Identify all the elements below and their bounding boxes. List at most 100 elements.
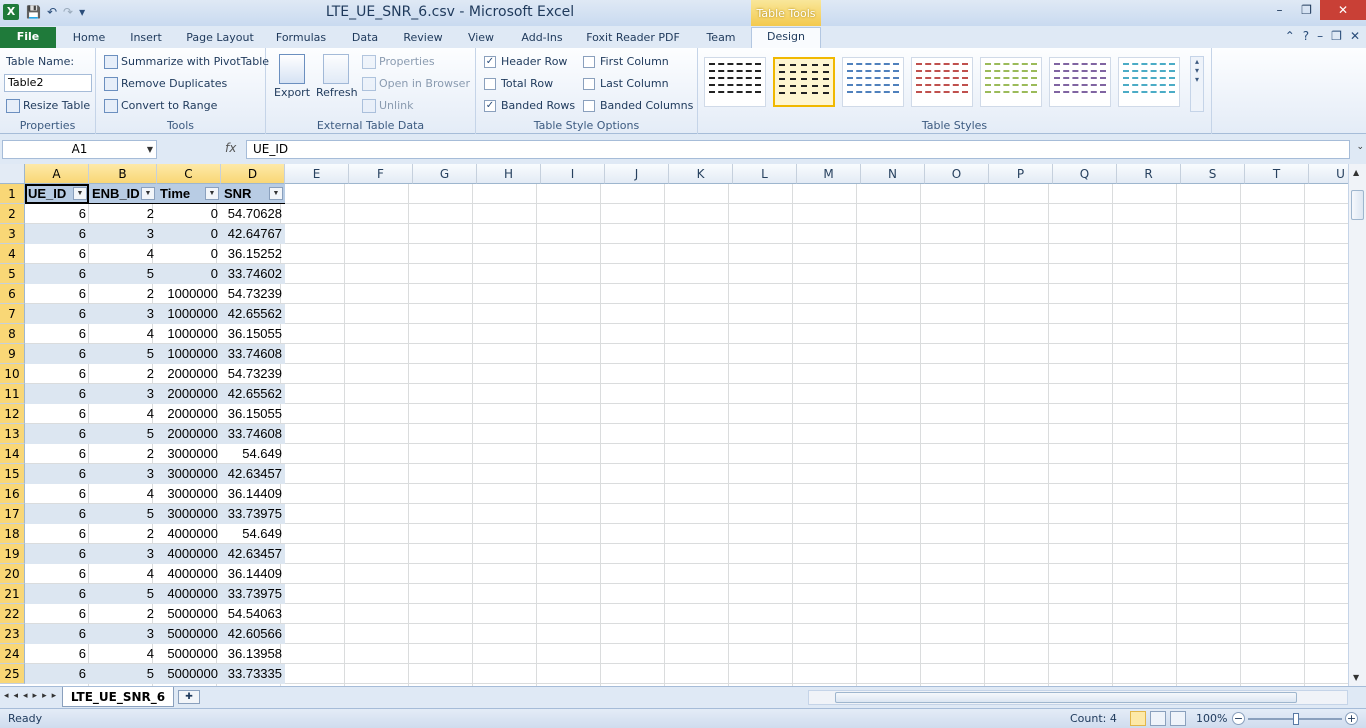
table-cell[interactable]: 6 [25,404,89,424]
table-cell[interactable]: 5000000 [157,644,221,664]
table-cell[interactable]: 4 [89,644,157,664]
summarize-pivottable-button[interactable]: Summarize with PivotTable [104,55,269,69]
column-header[interactable]: D [221,164,285,184]
table-cell[interactable]: 54.73239 [221,364,285,384]
column-header[interactable]: O [925,164,989,184]
table-cell[interactable]: 3000000 [157,504,221,524]
first-column-checkbox[interactable]: First Column [583,55,669,68]
table-cell[interactable]: 5000000 [157,664,221,684]
normal-view-icon[interactable] [1130,711,1146,726]
column-header[interactable]: B [89,164,157,184]
table-cell[interactable]: 3 [89,544,157,564]
table-cell[interactable]: 6 [25,284,89,304]
table-cell[interactable]: 42.60566 [221,624,285,644]
tab-insert[interactable]: Insert [120,29,172,48]
table-cell[interactable]: 33.73975 [221,584,285,604]
table-cell[interactable]: 6 [25,344,89,364]
name-box-dropdown-icon[interactable]: ▼ [147,141,153,158]
table-cell[interactable]: 1000000 [157,324,221,344]
row-header[interactable]: 24 [0,644,25,664]
row-header[interactable]: 19 [0,544,25,564]
scroll-up-icon[interactable]: ▲ [1353,168,1359,177]
table-cell[interactable]: 0 [157,204,221,224]
table-cell[interactable]: 3 [89,384,157,404]
insert-sheet-icon[interactable]: ✚ [178,690,200,704]
column-header[interactable]: P [989,164,1053,184]
column-header[interactable]: Q [1053,164,1117,184]
column-header[interactable]: K [669,164,733,184]
row-header[interactable]: 14 [0,444,25,464]
tab-design[interactable]: Design [751,27,821,48]
table-cell[interactable]: 4 [89,484,157,504]
table-style-thumb[interactable] [773,57,835,107]
table-cell[interactable]: 5 [89,264,157,284]
table-cell[interactable]: 42.65562 [221,304,285,324]
column-header[interactable]: G [413,164,477,184]
table-cell[interactable]: 4 [89,244,157,264]
table-cell[interactable]: 1000000 [157,284,221,304]
table-cell[interactable]: 4 [89,324,157,344]
table-cell[interactable]: 3000000 [157,444,221,464]
table-cell[interactable]: 2000000 [157,424,221,444]
zoom-knob[interactable] [1293,713,1299,725]
close-button[interactable]: ✕ [1320,0,1366,20]
export-button[interactable]: Export [274,54,310,99]
table-cell[interactable]: 2 [89,204,157,224]
column-header[interactable]: F [349,164,413,184]
table-style-thumb[interactable] [1118,57,1180,107]
row-header[interactable]: 17 [0,504,25,524]
column-header[interactable]: L [733,164,797,184]
vertical-scrollbar[interactable]: ▲ ▼ [1348,164,1366,686]
table-cell[interactable]: 6 [25,444,89,464]
table-cell[interactable]: 36.14409 [221,484,285,504]
zoom-slider[interactable]: − + [1232,712,1358,726]
filter-dropdown-icon[interactable]: ▼ [269,187,283,200]
select-all-corner[interactable] [0,164,25,184]
tab-add-ins[interactable]: Add-Ins [512,29,572,48]
remove-duplicates-button[interactable]: Remove Duplicates [104,77,227,91]
table-style-thumb[interactable] [911,57,973,107]
table-cell[interactable]: 4000000 [157,544,221,564]
row-header[interactable]: 2 [0,204,25,224]
table-cell[interactable]: 33.74608 [221,424,285,444]
table-cell[interactable]: 33.74602 [221,264,285,284]
table-cell[interactable]: 6 [25,424,89,444]
table-style-thumb[interactable] [704,57,766,107]
zoom-in-icon[interactable]: + [1345,712,1358,725]
row-header[interactable]: 7 [0,304,25,324]
table-cell[interactable]: 2 [89,364,157,384]
table-cell[interactable]: 6 [25,644,89,664]
banded-rows-checkbox[interactable]: ✓ Banded Rows [484,99,575,112]
tab-home[interactable]: Home [64,29,114,48]
table-cell[interactable]: 5000000 [157,604,221,624]
row-header[interactable]: 3 [0,224,25,244]
table-cell[interactable]: 6 [25,584,89,604]
table-cell[interactable]: 6 [25,364,89,384]
filter-dropdown-icon[interactable]: ▼ [205,187,219,200]
header-row-checkbox[interactable]: ✓ Header Row [484,55,567,68]
table-cell[interactable]: 1000000 [157,344,221,364]
worksheet-grid[interactable]: A B C D E F G H I J K L M N O P Q R S T U 1 UE_ID ▼ ENB_ID ▼ Time ▼… [0,164,1348,686]
table-cell[interactable]: 54.649 [221,524,285,544]
table-cell[interactable]: 42.63457 [221,464,285,484]
row-header[interactable]: 9 [0,344,25,364]
horizontal-scrollbar[interactable] [808,690,1348,705]
table-style-thumb[interactable] [842,57,904,107]
table-cell[interactable]: 6 [25,204,89,224]
refresh-button[interactable]: Refresh [316,54,358,99]
tab-view[interactable]: View [458,29,504,48]
row-header[interactable]: 22 [0,604,25,624]
table-cell[interactable]: 4000000 [157,564,221,584]
table-cell[interactable]: 6 [25,224,89,244]
zoom-level[interactable]: 100% [1196,712,1227,725]
help-icon[interactable]: ? [1303,29,1309,43]
row-header[interactable]: 10 [0,364,25,384]
convert-to-range-button[interactable]: Convert to Range [104,99,217,113]
row-header[interactable]: 25 [0,664,25,684]
row-header[interactable]: 23 [0,624,25,644]
column-header[interactable]: H [477,164,541,184]
table-cell[interactable]: 54.70628 [221,204,285,224]
table-cell[interactable]: 4000000 [157,584,221,604]
table-cell[interactable]: 6 [25,504,89,524]
open-in-browser-button[interactable]: Open in Browser [362,77,470,91]
